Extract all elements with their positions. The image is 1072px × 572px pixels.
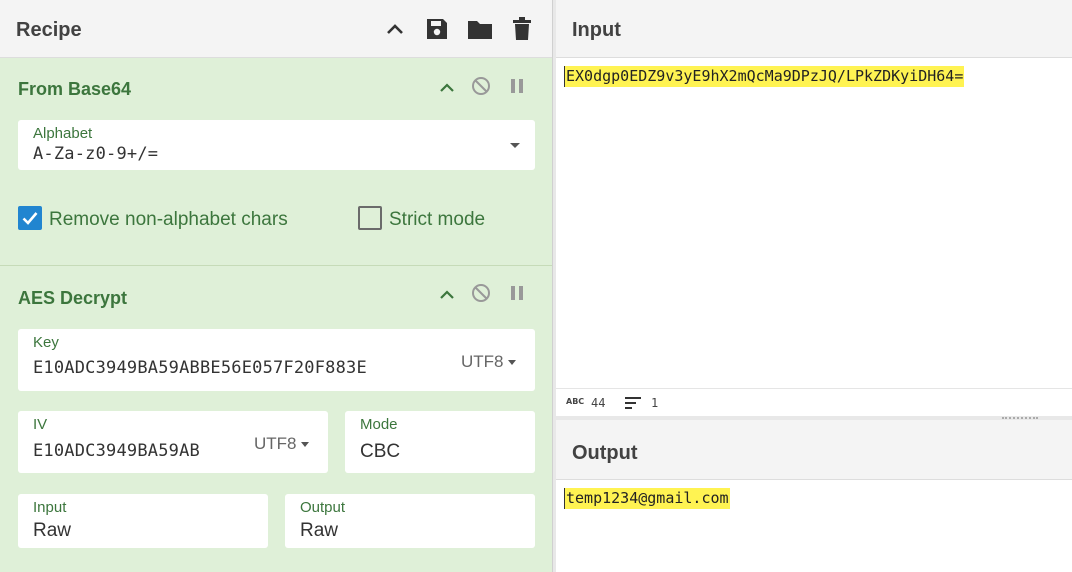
operation-title: AES Decrypt [18, 288, 128, 308]
field-label: Mode [360, 416, 398, 433]
operation-title: From Base64 [18, 79, 132, 99]
folder-icon[interactable] [466, 15, 494, 43]
field-value: Raw [33, 520, 72, 541]
input-textarea[interactable] [556, 58, 1072, 388]
iv-input[interactable]: E10ADC3949BA59AB [33, 441, 200, 461]
recipe-title: Recipe [16, 19, 82, 41]
key-encoding-dropdown[interactable]: UTF8 [461, 352, 516, 372]
trash-icon[interactable] [508, 15, 536, 43]
field-label: Alphabet [33, 125, 93, 142]
field-value: CBC [360, 441, 401, 462]
input-format-select[interactable]: Input Raw [18, 494, 268, 548]
pause-icon[interactable] [505, 281, 529, 305]
field-label: Key [33, 334, 59, 351]
lines-icon [625, 397, 641, 412]
field-label: Output [300, 499, 346, 516]
pause-icon[interactable] [505, 74, 529, 98]
collapse-icon[interactable] [435, 75, 459, 99]
input-title: Input [572, 19, 621, 41]
chevron-down-icon [510, 143, 520, 148]
iv-encoding-dropdown[interactable]: UTF8 [254, 434, 309, 454]
save-icon[interactable] [423, 15, 451, 43]
abc-icon: ABC [566, 397, 585, 406]
remove-non-alphabet-checkbox[interactable] [18, 206, 42, 230]
strict-mode-label[interactable]: Strict mode [389, 209, 485, 231]
input-header: Input [556, 0, 1072, 58]
recipe-pane: Recipe From Base64 Alphabet A-Za-z0-9+/=… [0, 0, 552, 572]
remove-non-alphabet-label[interactable]: Remove non-alphabet chars [49, 209, 288, 231]
alphabet-select[interactable]: Alphabet A-Za-z0-9+/= [18, 120, 535, 170]
field-label: IV [33, 416, 48, 433]
line-count: 1 [651, 396, 659, 410]
key-input[interactable]: E10ADC3949BA59ABBE56E057F20F883E [33, 358, 367, 378]
output-format-select[interactable]: Output Raw [285, 494, 535, 548]
output-header: Output [556, 420, 1072, 480]
operation-from-base64: From Base64 Alphabet A-Za-z0-9+/= Remove… [0, 59, 552, 266]
disable-icon[interactable] [469, 74, 493, 98]
checkmark-icon [22, 212, 38, 225]
recipe-header: Recipe [0, 0, 552, 58]
resize-grip-icon [1002, 417, 1038, 419]
field-label: Input [33, 499, 67, 516]
input-text[interactable]: EX0dgp0EDZ9v3yE9hX2mQcMa9DPzJQ/LPkZDKyiD… [564, 66, 965, 87]
input-status-bar: ABC 44 1 [556, 388, 1072, 416]
char-count: 44 [591, 396, 606, 410]
strict-mode-checkbox[interactable] [358, 206, 382, 230]
disable-icon[interactable] [469, 281, 493, 305]
operation-aes-decrypt: AES Decrypt Key E10ADC3949BA59ABBE56E057… [0, 266, 552, 572]
output-text[interactable]: temp1234@gmail.com [564, 488, 730, 509]
field-value: Raw [300, 520, 339, 541]
chevron-up-icon[interactable] [381, 15, 409, 43]
field-value: A-Za-z0-9+/= [33, 144, 159, 164]
mode-select[interactable]: Mode CBC [345, 411, 535, 473]
iv-field[interactable]: IV E10ADC3949BA59AB UTF8 [18, 411, 328, 473]
key-field[interactable]: Key E10ADC3949BA59ABBE56E057F20F883E UTF… [18, 329, 535, 391]
collapse-icon[interactable] [435, 282, 459, 306]
output-title: Output [572, 442, 638, 464]
